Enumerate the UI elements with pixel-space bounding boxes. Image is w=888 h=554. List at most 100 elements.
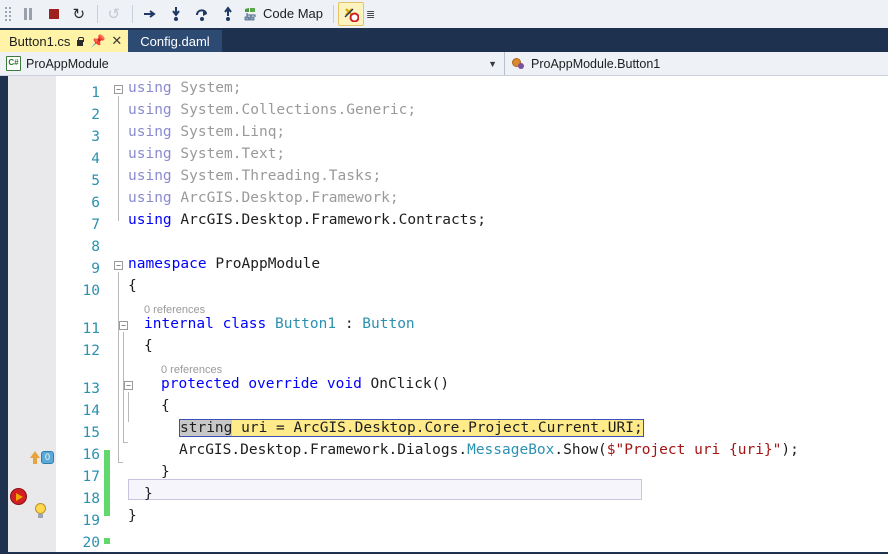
code-line-6[interactable]: using ArcGIS.Desktop.Framework;: [128, 187, 399, 209]
toolbar-overflow-button[interactable]: ≣: [366, 8, 375, 21]
lock-icon[interactable]: [76, 36, 85, 46]
csharp-file-icon: C#: [6, 56, 21, 71]
brace-open: {: [144, 338, 153, 354]
brace-close: }: [128, 508, 137, 524]
code-line-11[interactable]: internal class Button1 : Button: [128, 313, 415, 335]
step-into-button[interactable]: [163, 2, 189, 26]
arrow-right-icon: [144, 10, 156, 18]
code-line-7[interactable]: using ArcGIS.Desktop.Framework.Contracts…: [128, 209, 486, 231]
call-suffix: );: [781, 442, 799, 458]
glyph-margin[interactable]: [8, 76, 56, 552]
method-show: .Show(: [554, 442, 607, 458]
member-dropdown-label: ProAppModule.Button1: [531, 56, 661, 71]
overrides-icon[interactable]: 0: [30, 451, 54, 465]
line-number: 5: [91, 173, 100, 189]
code-line-15[interactable]: string uri = ArcGIS.Desktop.Core.Project…: [128, 417, 644, 439]
code-line-5[interactable]: using System.Threading.Tasks;: [128, 165, 381, 187]
code-editor[interactable]: 0 1 2 3 4 5 6 7 8 9 10 11 12 13 14 15 16…: [0, 76, 888, 552]
keyword-internal: internal: [144, 316, 214, 332]
fold-toggle-usings[interactable]: −: [114, 85, 123, 94]
code-text-area[interactable]: using System; using System.Collections.G…: [128, 76, 888, 552]
brace-close: }: [144, 486, 153, 502]
outlining-margin[interactable]: − − − −: [110, 76, 133, 552]
namespace-linq: System.Linq;: [180, 124, 286, 140]
code-line-9[interactable]: namespace ProAppModule: [128, 253, 320, 275]
break-on-exception-toggle[interactable]: [337, 2, 364, 26]
line-number: 3: [91, 129, 100, 145]
base-class-name: Button: [362, 316, 415, 332]
code-line-1[interactable]: using System;: [128, 77, 242, 99]
document-tab-strip: Button1.cs 📌 ✕ Config.daml: [0, 28, 888, 52]
keyword-using: using: [128, 212, 172, 228]
toolbar-separator: [132, 5, 133, 23]
code-map-button[interactable]: [241, 2, 261, 26]
keyword-using: using: [128, 80, 172, 96]
line-number: 19: [82, 513, 100, 529]
member-dropdown[interactable]: ProAppModule.Button1: [505, 52, 888, 75]
toolbar-drag-handle[interactable]: [3, 4, 15, 24]
code-line-19[interactable]: }: [128, 505, 137, 527]
stop-debugging-button[interactable]: [41, 2, 67, 26]
namespace-name: ProAppModule: [215, 256, 321, 272]
debug-toolbar: ↻ ↺ Code Map ≣: [0, 0, 888, 29]
breakpoint-icon[interactable]: [10, 488, 27, 505]
refresh-button[interactable]: ↺: [102, 2, 128, 26]
selected-word-string[interactable]: string: [180, 420, 233, 436]
namespace-framework: ArcGIS.Desktop.Framework;: [180, 190, 399, 206]
fold-guide-end: [118, 462, 123, 463]
code-line-2[interactable]: using System.Collections.Generic;: [128, 99, 416, 121]
code-line-13[interactable]: protected override void OnClick(): [128, 373, 449, 395]
tab-label: Button1.cs: [9, 33, 71, 49]
namespace-collections: System.Collections.Generic;: [180, 102, 417, 118]
interpolated-string: $"Project uri {uri}": [606, 442, 782, 458]
code-line-18[interactable]: }: [128, 483, 153, 505]
lightbulb-icon[interactable]: [33, 503, 48, 519]
code-line-14[interactable]: {: [128, 395, 170, 417]
brace-open: {: [161, 398, 170, 414]
step-out-button[interactable]: [215, 2, 241, 26]
code-line-12[interactable]: {: [128, 335, 153, 357]
pause-button[interactable]: [15, 2, 41, 26]
close-icon[interactable]: ✕: [111, 34, 122, 47]
code-line-17[interactable]: }: [128, 461, 170, 483]
code-line-10[interactable]: {: [128, 275, 137, 297]
colon: :: [344, 316, 354, 332]
pause-icon: [23, 8, 33, 20]
line-number: 2: [91, 107, 100, 123]
code-line-16[interactable]: ArcGIS.Desktop.Framework.Dialogs.Message…: [128, 439, 799, 461]
editor-left-band: [0, 76, 8, 552]
line-number: 20: [82, 535, 100, 551]
fold-toggle-namespace[interactable]: −: [114, 261, 123, 270]
pin-icon[interactable]: 📌: [90, 35, 105, 47]
chevron-down-icon[interactable]: ▼: [488, 59, 497, 69]
brace-open: {: [128, 278, 137, 294]
call-qualifier: ArcGIS.Desktop.Framework.Dialogs.: [179, 442, 468, 458]
step-out-icon: [224, 6, 232, 21]
tab-button1-cs[interactable]: Button1.cs 📌 ✕: [0, 30, 129, 52]
type-dropdown[interactable]: C# ProAppModule ▼: [0, 52, 505, 75]
keyword-class: class: [222, 316, 267, 332]
show-next-statement-button[interactable]: [137, 2, 163, 26]
class-name: Button1: [274, 316, 337, 332]
toolbar-separator: [97, 5, 98, 23]
tab-config-daml[interactable]: Config.daml: [128, 30, 222, 52]
keyword-override: override: [248, 376, 319, 392]
method-name: OnClick(): [370, 376, 450, 392]
fold-toggle-class[interactable]: −: [119, 321, 128, 330]
line-number: 15: [82, 425, 100, 441]
line-number: 9: [91, 261, 100, 277]
line-number: 18: [82, 491, 100, 507]
code-line-4[interactable]: using System.Text;: [128, 143, 285, 165]
line-number: 13: [82, 381, 100, 397]
line-number: 11: [82, 321, 100, 337]
code-line-3[interactable]: using System.Linq;: [128, 121, 285, 143]
editor-navigation-bar: C# ProAppModule ▼ ProAppModule.Button1: [0, 52, 888, 76]
line-number: 8: [91, 239, 100, 255]
keyword-using: using: [128, 146, 172, 162]
highlighted-statement[interactable]: string uri = ArcGIS.Desktop.Core.Project…: [179, 419, 644, 437]
line-number: 10: [82, 283, 100, 299]
restart-icon: ↻: [72, 5, 86, 23]
type-dropdown-label: ProAppModule: [26, 56, 109, 71]
step-over-button[interactable]: [189, 2, 215, 26]
restart-button[interactable]: ↻: [67, 2, 93, 26]
